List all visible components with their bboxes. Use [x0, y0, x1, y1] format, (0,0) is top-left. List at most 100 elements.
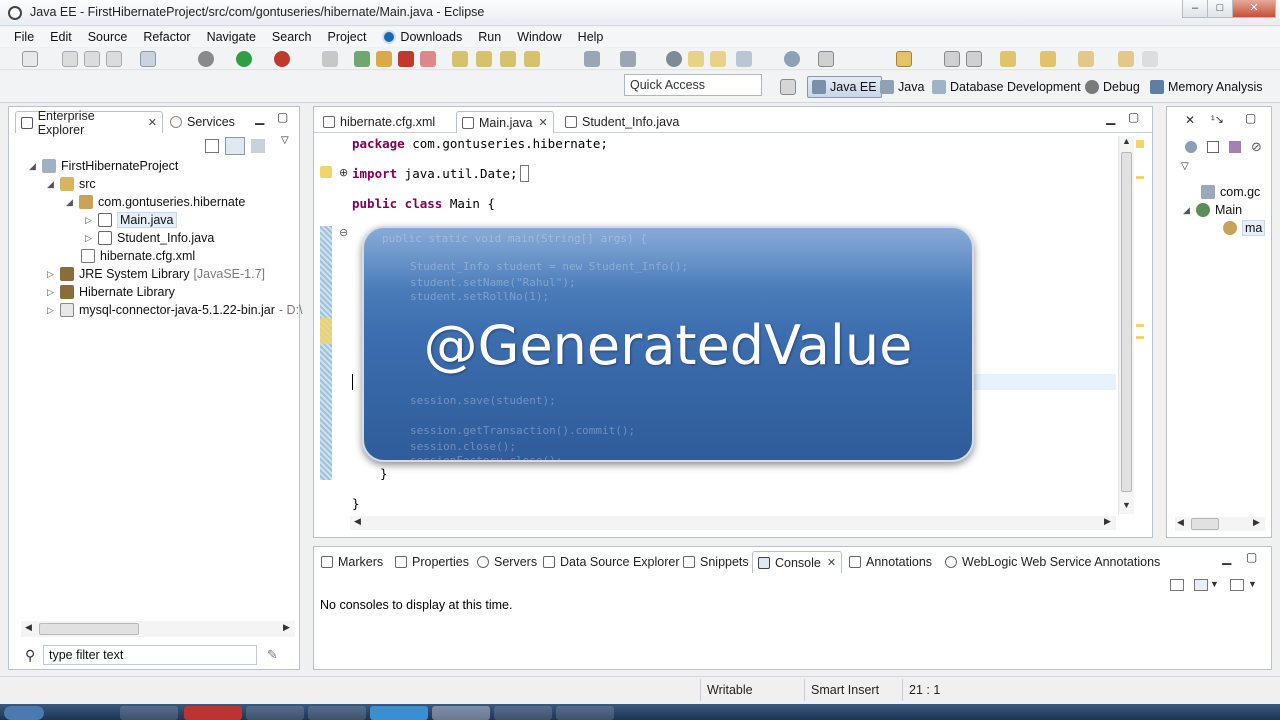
- scroll-thumb[interactable]: [1191, 518, 1219, 530]
- disconnect-icon[interactable]: [420, 51, 436, 67]
- menu-run[interactable]: Run: [470, 30, 509, 44]
- tree-item-mysql-jar[interactable]: ▷ mysql-connector-java-5.1.22-bin.jar - D:…: [47, 301, 303, 319]
- close-view-icon[interactable]: ✕: [1185, 113, 1195, 127]
- new-java-project-icon[interactable]: [584, 51, 600, 67]
- perspective-java[interactable]: Java: [876, 76, 928, 98]
- tab-hibernate-cfg[interactable]: hibernate.cfg.xml: [318, 111, 440, 133]
- scroll-left-icon[interactable]: ◀: [1177, 517, 1184, 528]
- overview-warning-marker[interactable]: [1136, 336, 1144, 339]
- tree-item-hibernate-library[interactable]: ▷ Hibernate Library: [47, 283, 175, 301]
- search-tool-icon[interactable]: [736, 51, 752, 67]
- maximize-editor-icon[interactable]: ▢: [1128, 110, 1139, 124]
- tab-student-info[interactable]: Student_Info.java: [560, 111, 684, 133]
- dropdown-arrow-icon[interactable]: ▼: [1210, 579, 1219, 589]
- tree-item-project[interactable]: ◢ FirstHibernateProject: [29, 157, 178, 175]
- code-line-package[interactable]: package com.gontuseries.hibernate;: [352, 136, 608, 151]
- external-tools-icon[interactable]: [274, 51, 290, 67]
- open-perspective-icon[interactable]: [780, 79, 796, 95]
- block-selection-icon[interactable]: [944, 51, 960, 67]
- back-icon[interactable]: [1078, 51, 1094, 67]
- menu-edit[interactable]: Edit: [42, 30, 80, 44]
- tab-data-source-explorer[interactable]: Data Source Explorer: [538, 551, 685, 573]
- scroll-right-icon[interactable]: ▶: [1253, 517, 1260, 528]
- sort-icon[interactable]: [1185, 141, 1197, 153]
- start-button[interactable]: [4, 706, 44, 720]
- maximize-icon[interactable]: □: [1207, 0, 1233, 18]
- resume-icon[interactable]: [354, 51, 370, 67]
- taskbar-app[interactable]: [494, 706, 552, 720]
- save-icon[interactable]: [62, 51, 78, 67]
- save-all-icon[interactable]: [84, 51, 100, 67]
- tab-enterprise-explorer[interactable]: Enterprise Explorer ✕: [15, 109, 163, 137]
- pin-console-icon[interactable]: [1170, 579, 1184, 591]
- view-dropdown-icon[interactable]: ▽: [1181, 161, 1189, 172]
- close-tab-icon[interactable]: ✕: [539, 116, 548, 129]
- outline-hscroll[interactable]: ◀ ▶: [1175, 517, 1265, 531]
- new-icon[interactable]: [22, 51, 38, 67]
- menu-downloads[interactable]: Downloads: [374, 30, 470, 44]
- editor-vscroll[interactable]: ▲ ▼: [1118, 136, 1134, 514]
- maximize-view-icon[interactable]: ▢: [277, 110, 288, 124]
- scroll-right-icon[interactable]: ▶: [1104, 516, 1111, 527]
- perspective-java-ee[interactable]: Java EE: [807, 76, 882, 98]
- editor-hscroll[interactable]: ◀ ▶: [350, 516, 1116, 530]
- minimize-icon[interactable]: –: [1182, 0, 1208, 18]
- taskbar-app[interactable]: [120, 706, 178, 720]
- step-into-icon[interactable]: [452, 51, 468, 67]
- print-icon[interactable]: [106, 51, 122, 67]
- taskbar-app[interactable]: [184, 706, 242, 720]
- tab-properties[interactable]: Properties: [390, 551, 474, 573]
- close-tab-icon[interactable]: ✕: [827, 556, 836, 569]
- tab-weblogic-annotations[interactable]: WebLogic Web Service Annotations: [940, 551, 1165, 573]
- clear-filter-icon[interactable]: ✎: [267, 647, 278, 663]
- terminate-icon[interactable]: [398, 51, 414, 67]
- quick-access-input[interactable]: Quick Access: [624, 74, 762, 96]
- tab-console[interactable]: Console ✕: [752, 551, 843, 573]
- fold-collapse-icon[interactable]: ⊖: [339, 226, 348, 239]
- maximize-view-icon[interactable]: ▢: [1246, 550, 1257, 564]
- overview-warning-marker[interactable]: [1136, 140, 1144, 148]
- menu-help[interactable]: Help: [570, 30, 612, 44]
- outline-item-package[interactable]: com.gc: [1201, 183, 1260, 201]
- overview-warning-marker[interactable]: [1136, 324, 1144, 327]
- next-annotation-icon[interactable]: [1000, 51, 1016, 67]
- tab-main-java[interactable]: Main.java ✕: [456, 111, 554, 133]
- menu-navigate[interactable]: Navigate: [199, 30, 264, 44]
- show-whitespace-icon[interactable]: [966, 51, 982, 67]
- code-line-class[interactable]: public class Main {: [352, 196, 495, 211]
- tree-item-hibernate-cfg[interactable]: hibernate.cfg.xml: [81, 247, 195, 265]
- scroll-left-icon[interactable]: ◀: [25, 622, 32, 633]
- restore-view-icon[interactable]: ¹↘: [1211, 113, 1224, 126]
- minimize-editor-icon[interactable]: ▁: [1106, 111, 1115, 125]
- open-folder-icon[interactable]: [688, 51, 704, 67]
- perspective-memory-analysis[interactable]: Memory Analysis: [1146, 76, 1266, 98]
- hide-fields-icon[interactable]: [1207, 141, 1219, 153]
- close-icon[interactable]: ✕: [1232, 0, 1276, 18]
- warning-marker-icon[interactable]: [320, 318, 332, 344]
- toggle-editor-icon[interactable]: [818, 51, 834, 67]
- debug-icon[interactable]: [198, 51, 214, 67]
- scroll-thumb[interactable]: [1121, 152, 1132, 492]
- outline-item-method[interactable]: ma: [1223, 219, 1266, 237]
- perspective-debug[interactable]: Debug: [1081, 76, 1144, 98]
- code-line-import[interactable]: import java.util.Date;: [352, 165, 530, 182]
- menu-file[interactable]: File: [6, 30, 42, 44]
- dropdown-arrow-icon[interactable]: ▼: [1248, 579, 1257, 589]
- menu-search[interactable]: Search: [264, 30, 320, 44]
- display-console-icon[interactable]: [1194, 579, 1208, 591]
- scroll-up-icon[interactable]: ▲: [1122, 136, 1131, 146]
- view-menu-icon[interactable]: [251, 139, 265, 153]
- skip-breakpoints-icon[interactable]: [322, 51, 338, 67]
- drop-to-frame-icon[interactable]: [524, 51, 540, 67]
- menu-window[interactable]: Window: [509, 30, 569, 44]
- taskbar-app[interactable]: [556, 706, 614, 720]
- overview-warning-marker[interactable]: [1136, 176, 1144, 179]
- new-package-icon[interactable]: [620, 51, 636, 67]
- hide-nonpublic-icon[interactable]: ⊘: [1251, 139, 1262, 155]
- tab-annotations[interactable]: Annotations: [844, 551, 937, 573]
- step-over-icon[interactable]: [476, 51, 492, 67]
- taskbar-app[interactable]: [246, 706, 304, 720]
- tree-item-src[interactable]: ◢ src: [47, 175, 96, 193]
- tree-item-package[interactable]: ◢ com.gontuseries.hibernate: [66, 193, 245, 211]
- maximize-view-icon[interactable]: ▢: [1245, 111, 1256, 125]
